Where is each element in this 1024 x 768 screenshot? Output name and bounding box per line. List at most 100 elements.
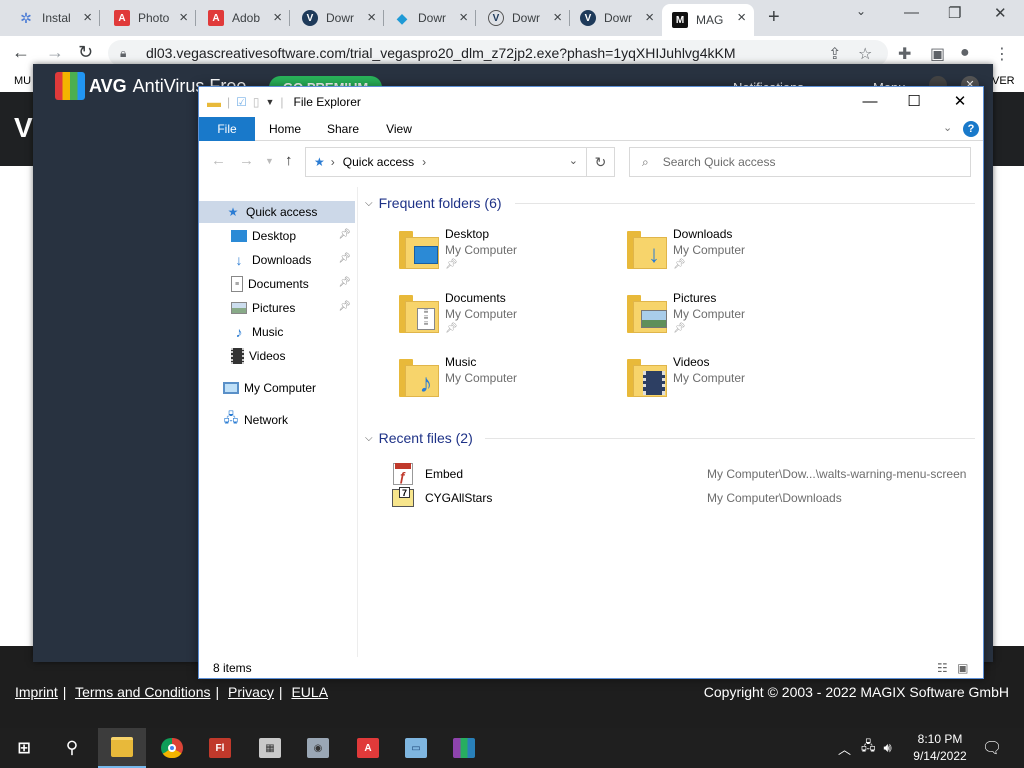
folder-tile-desktop[interactable]: Desktop My Computer 📌︎ [399,227,619,283]
new-folder-icon[interactable]: ▯ [253,95,260,109]
new-tab-icon[interactable]: + [768,6,780,29]
up-icon[interactable]: ↑ [285,152,293,169]
bookmark-star-icon[interactable]: ☆ [858,44,872,64]
address-bar[interactable]: ★ › Quick access › ⌄ [305,147,587,177]
notification-icon[interactable]: 🗨︎ [982,738,1002,758]
forward-icon[interactable]: → [46,42,64,63]
properties-icon[interactable]: ☑ [236,95,247,109]
taskbar-app-winrar[interactable] [440,728,488,768]
browser-tab[interactable]: V Dowr × [292,4,384,32]
browser-tab[interactable]: A Photo × [104,4,196,32]
tab-search-icon[interactable]: ⌄ [856,4,866,18]
close-icon[interactable]: ✕ [994,4,1007,22]
folder-tile-documents[interactable]: ≡ ≡ ≡ Documents My Computer 📌︎ [399,291,619,347]
sidebar-item-music[interactable]: ♪ Music [199,321,355,343]
collapse-icon[interactable]: ⌵ [365,433,373,444]
chevron-right-icon[interactable]: › [331,155,335,169]
details-view-icon[interactable]: ☷ [937,661,948,675]
taskbar-app-chrome[interactable] [148,728,196,768]
taskbar-app-calculator[interactable]: ▦ [246,728,294,768]
reload-icon[interactable]: ↻ [78,42,93,63]
pin-icon: 📌︎ [673,323,686,334]
browser-tab-active[interactable]: M MAG × [662,4,754,36]
taskbar-search-button[interactable]: ⚲ [48,728,96,768]
close-icon[interactable]: × [645,10,654,26]
folder-tile-music[interactable]: ♪ Music My Computer [399,355,619,411]
taskbar: ⊞ ⚲ Fl ▦ ◉ A ▭ ︿ 🖧︎ 🔊︎ 8:10 PM 9/14/2022… [0,728,1024,768]
minimize-icon[interactable]: — [847,87,893,117]
restore-icon[interactable]: ❐ [948,4,961,22]
taskbar-app-file-explorer[interactable] [98,728,146,768]
tab-share[interactable]: Share [321,117,365,141]
pane-divider[interactable] [357,187,358,657]
frequent-folders-header[interactable]: ⌵ Frequent folders (6) [365,195,502,211]
pin-icon: 📌︎ [338,253,351,264]
customize-qat-icon[interactable]: ▼ [266,97,275,107]
close-icon[interactable]: ✕ [937,87,983,117]
close-icon[interactable]: × [553,10,562,26]
sidebar-item-network[interactable]: 🖧︎ Network [199,409,355,431]
taskbar-app-adobe[interactable]: A [344,728,392,768]
side-panel-icon[interactable]: ▣ [930,44,945,64]
sidebar-item-quick-access[interactable]: ★ Quick access [199,201,355,223]
more-menu-icon[interactable]: ⋮ [994,44,1010,64]
share-icon[interactable]: ⇪ [828,44,841,64]
maximize-icon[interactable]: ☐ [891,87,937,117]
eula-link[interactable]: EULA [291,684,328,700]
clock[interactable]: 8:10 PM 9/14/2022 [910,731,970,765]
close-icon[interactable]: × [459,10,468,26]
chevron-down-icon[interactable]: ⌄ [569,154,578,167]
sidebar-item-pictures[interactable]: Pictures 📌︎ [199,297,355,319]
sidebar-item-my-computer[interactable]: My Computer [199,377,355,399]
close-icon[interactable]: × [737,10,746,26]
browser-tab[interactable]: A Adob × [198,4,290,32]
large-icons-view-icon[interactable]: ▣ [957,661,968,675]
sidebar-item-videos[interactable]: Videos [199,345,355,367]
close-icon[interactable]: × [273,10,282,26]
profile-icon[interactable]: ● [960,44,970,62]
chevron-right-icon[interactable]: › [422,155,426,169]
address-bar[interactable]: 🔒︎ dl03.vegascreativesoftware.com/trial_… [108,40,888,66]
volume-icon[interactable]: 🔊︎ [884,740,892,756]
sidebar-item-documents[interactable]: ≡ Documents 📌︎ [199,273,355,295]
browser-tab[interactable]: V Dowr × [570,4,662,32]
tab-home[interactable]: Home [263,117,307,141]
taskbar-app-remote-desktop[interactable]: ▭ [392,728,440,768]
browser-tab[interactable]: V Dowr × [478,4,570,32]
network-icon[interactable]: 🖧︎ [861,737,876,759]
forward-icon[interactable]: → [239,152,254,169]
chevron-up-icon[interactable]: ︿ [838,739,851,758]
expand-ribbon-icon[interactable]: ⌄ [943,121,952,134]
back-icon[interactable]: ← [12,42,30,63]
close-icon[interactable]: × [179,10,188,26]
refresh-icon[interactable]: ↻ [587,147,615,177]
tab-file[interactable]: File [199,117,255,141]
recent-file-row[interactable]: 7 CYGAllStars My Computer\Downloads [391,487,979,511]
terms-link[interactable]: Terms and Conditions [75,684,210,700]
folder-tile-downloads[interactable]: ↓ Downloads My Computer 📌︎ [627,227,847,283]
help-icon[interactable]: ? [963,121,979,137]
taskbar-app-flash[interactable]: Fl [196,728,244,768]
recent-locations-icon[interactable]: ▼ [265,156,274,166]
browser-tab[interactable]: ✲ Instal × [8,4,100,32]
close-icon[interactable]: × [367,10,376,26]
recent-files-header[interactable]: ⌵ Recent files (2) [365,430,473,446]
sidebar-item-desktop[interactable]: Desktop 📌︎ [199,225,355,247]
folder-tile-pictures[interactable]: Pictures My Computer 📌︎ [627,291,847,347]
close-icon[interactable]: × [83,10,92,26]
back-icon[interactable]: ← [211,152,226,169]
collapse-icon[interactable]: ⌵ [365,198,373,209]
browser-tab[interactable]: ◆ Dowr × [384,4,476,32]
privacy-link[interactable]: Privacy [228,684,274,700]
imprint-link[interactable]: Imprint [15,684,58,700]
search-icon: ⚲ [65,738,79,757]
tab-view[interactable]: View [379,117,419,141]
search-input[interactable]: ⌕ Search Quick access [629,147,971,177]
recent-file-row[interactable]: ƒ Embed My Computer\Dow...\walts-warning… [391,463,979,487]
extensions-icon[interactable]: ✚ [898,44,911,64]
minimize-icon[interactable]: — [904,4,919,21]
folder-tile-videos[interactable]: Videos My Computer [627,355,847,411]
start-button[interactable]: ⊞ [0,728,48,768]
sidebar-item-downloads[interactable]: ↓ Downloads 📌︎ [199,249,355,271]
taskbar-app-camera[interactable]: ◉ [294,728,342,768]
